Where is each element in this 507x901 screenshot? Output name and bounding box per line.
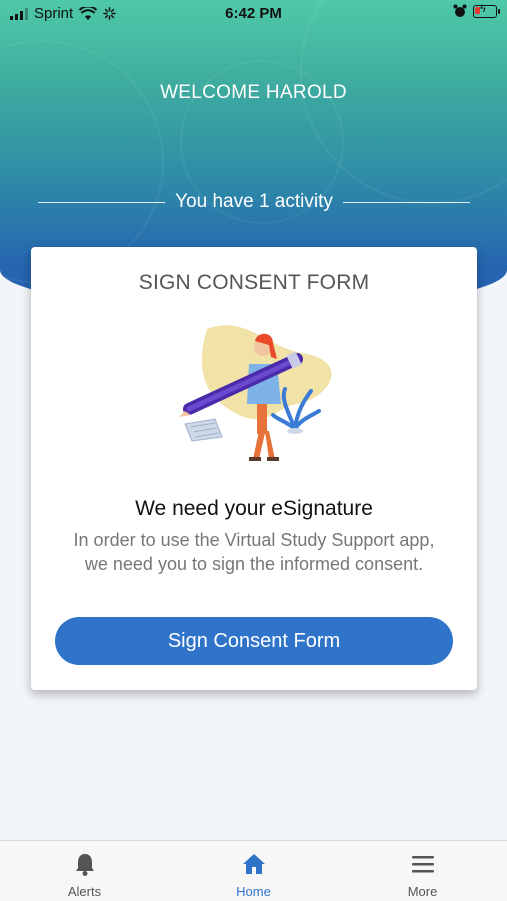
- battery-icon: ϟ: [473, 3, 500, 18]
- status-time: 6:42 PM: [225, 5, 282, 22]
- menu-icon: [412, 856, 434, 873]
- card-title: SIGN CONSENT FORM: [138, 271, 370, 294]
- tab-alerts[interactable]: Alerts: [0, 841, 169, 901]
- consent-description: In order to use the Virtual Study Suppor…: [73, 530, 435, 574]
- status-bar: Sprint 6:42 PM ϟ: [0, 0, 507, 28]
- activity-summary-label: You have 1 activity: [175, 191, 333, 212]
- home-icon: [243, 854, 265, 874]
- divider-right: [342, 201, 471, 203]
- tab-more-label: More: [407, 884, 438, 899]
- tab-bar: Alerts Home More: [0, 840, 507, 901]
- tab-home-label: Home: [236, 884, 271, 899]
- tab-home[interactable]: Home: [169, 841, 338, 901]
- consent-activity-card: SIGN CONSENT FORM We need your eSignatur…: [31, 247, 477, 690]
- alarm-icon: [453, 4, 467, 17]
- welcome-title: WELCOME HAROLD: [160, 82, 347, 103]
- bell-icon: [76, 854, 94, 876]
- esignature-illustration: [179, 325, 332, 461]
- tab-more[interactable]: More: [338, 841, 507, 901]
- activity-summary: You have 1 activity: [38, 190, 471, 214]
- esignature-heading: We need your eSignature: [135, 497, 373, 520]
- tab-alerts-label: Alerts: [67, 884, 102, 899]
- sign-consent-button[interactable]: Sign Consent Form: [55, 617, 453, 665]
- divider-left: [38, 201, 166, 203]
